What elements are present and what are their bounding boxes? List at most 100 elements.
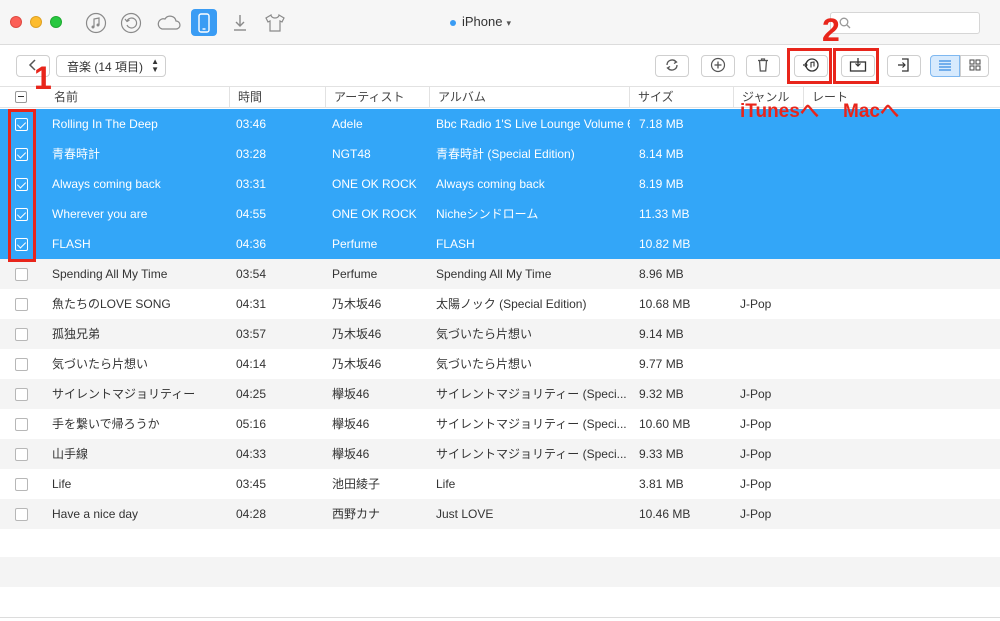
row-checkbox[interactable] (15, 418, 28, 431)
chevron-down-icon: ▾ (506, 18, 512, 28)
device-selector[interactable]: iPhone ▾ (450, 14, 511, 29)
cell-name: Spending All My Time (52, 267, 168, 281)
column-header-name[interactable]: 名前 (46, 87, 229, 107)
cell-genre (740, 169, 802, 199)
minimize-window-button[interactable] (30, 16, 42, 28)
list-view-button[interactable] (930, 55, 960, 77)
column-header-time[interactable]: 時間 (229, 87, 325, 107)
table-row[interactable]: 気づいたら片想い 04:14 乃木坂46 気づいたら片想い 9.77 MB (0, 349, 1000, 379)
row-checkbox[interactable] (15, 448, 28, 461)
table-row[interactable]: 青春時計 03:28 NGT48 青春時計 (Special Edition) 8.14… (0, 139, 1000, 169)
table-row[interactable]: Have a nice day 04:28 西野カナ Just LOVE 10.46 M… (0, 499, 1000, 529)
cell-album: Nicheシンドローム (436, 207, 539, 221)
cell-artist: Perfume (332, 237, 378, 251)
table-row[interactable]: Wherever you are 04:55 ONE OK ROCK Nicheシンド… (0, 199, 1000, 229)
delete-button[interactable] (746, 55, 780, 77)
cell-album: FLASH (436, 237, 475, 251)
cell-genre (740, 199, 802, 229)
cell-time: 04:36 (236, 237, 267, 251)
cell-album: 気づいたら片想い (436, 327, 533, 341)
cell-artist: 欅坂46 (332, 417, 370, 431)
cell-artist: 乃木坂46 (332, 327, 382, 341)
category-label: 音楽 (14 項目) (67, 59, 144, 74)
cell-artist: Adele (332, 117, 363, 131)
song-list: Rolling In The Deep 03:46 Adele Bbc Radio 1… (0, 109, 1000, 529)
cell-size: 11.33 MB (639, 207, 690, 221)
cell-artist: 乃木坂46 (332, 357, 382, 371)
cell-name: Have a nice day (52, 507, 139, 521)
cell-artist: 乃木坂46 (332, 297, 382, 311)
add-button[interactable] (701, 55, 735, 77)
cell-genre: J-Pop (740, 447, 772, 461)
cell-time: 04:55 (236, 207, 267, 221)
row-checkbox[interactable] (15, 328, 28, 341)
annotation-box-itunes (787, 48, 832, 84)
table-row[interactable]: Spending All My Time 03:54 Perfume Spending… (0, 259, 1000, 289)
tshirt-icon[interactable] (262, 10, 288, 36)
cell-size: 9.32 MB (639, 387, 684, 401)
table-row[interactable]: 魚たちのLOVE SONG 04:31 乃木坂46 太陽ノック (Special Ed… (0, 289, 1000, 319)
row-checkbox[interactable] (15, 358, 28, 371)
grid-view-button[interactable] (960, 55, 989, 77)
download-icon[interactable] (227, 10, 253, 36)
cell-name: Life (52, 477, 72, 491)
table-row[interactable]: 手を繋いで帰ろうか 05:16 欅坂46 サイレントマジョリティー (Speci...… (0, 409, 1000, 439)
row-checkbox[interactable] (15, 268, 28, 281)
row-checkbox[interactable] (15, 388, 28, 401)
search-input[interactable] (830, 12, 980, 34)
cell-size: 8.14 MB (639, 147, 684, 161)
table-row[interactable]: Always coming back 03:31 ONE OK ROCK Always… (0, 169, 1000, 199)
column-header-artist[interactable]: アーティスト (325, 87, 429, 107)
column-header-size[interactable]: サイズ (629, 87, 733, 107)
cell-size: 8.19 MB (639, 177, 684, 191)
cell-artist: 池田綾子 (332, 477, 381, 491)
cell-artist: 欅坂46 (332, 447, 370, 461)
zoom-window-button[interactable] (50, 16, 62, 28)
cell-album: Spending All My Time (436, 267, 552, 281)
empty-row (0, 587, 1000, 617)
music-icon[interactable] (83, 10, 109, 36)
cell-size: 9.14 MB (639, 327, 684, 341)
cell-size: 10.46 MB (639, 507, 691, 521)
column-header-rating[interactable]: レート (803, 87, 1000, 107)
column-header-album[interactable]: アルバム (429, 87, 629, 107)
send-to-device-button[interactable] (887, 55, 921, 77)
updown-arrows-icon: ▲ ▼ (151, 57, 159, 74)
row-checkbox[interactable] (15, 298, 28, 311)
cell-time: 04:31 (236, 297, 267, 311)
list-view-icon (938, 59, 952, 74)
refresh-button[interactable] (655, 55, 689, 77)
add-icon (710, 57, 726, 76)
cell-genre: J-Pop (740, 507, 772, 521)
cell-time: 04:28 (236, 507, 267, 521)
cell-time: 04:25 (236, 387, 267, 401)
phone-icon[interactable] (191, 9, 217, 36)
annotation-box-checkboxes (8, 109, 36, 262)
cell-artist: 欅坂46 (332, 387, 370, 401)
cell-size: 8.96 MB (639, 267, 684, 281)
cell-genre (740, 319, 802, 349)
device-name: iPhone (462, 14, 503, 29)
row-checkbox[interactable] (15, 478, 28, 491)
cloud-icon[interactable] (154, 10, 184, 36)
history-icon[interactable] (118, 10, 144, 36)
select-all-checkbox[interactable] (15, 91, 27, 103)
cell-artist: ONE OK ROCK (332, 207, 417, 221)
row-checkbox[interactable] (15, 508, 28, 521)
cell-size: 9.77 MB (639, 357, 684, 371)
table-row[interactable]: FLASH 04:36 Perfume FLASH 10.82 MB (0, 229, 1000, 259)
table-row[interactable]: 山手線 04:33 欅坂46 サイレントマジョリティー (Speci... 9.33 M… (0, 439, 1000, 469)
category-select[interactable]: 音楽 (14 項目) ▲ ▼ (56, 55, 166, 77)
cell-size: 3.81 MB (639, 477, 684, 491)
cell-name: 魚たちのLOVE SONG (52, 297, 171, 311)
table-row[interactable]: 孤独兄弟 03:57 乃木坂46 気づいたら片想い 9.14 MB (0, 319, 1000, 349)
table-row[interactable]: Life 03:45 池田綾子 Life 3.81 MB J-Pop (0, 469, 1000, 499)
cell-genre (740, 229, 802, 259)
annotation-mac-label: Macへ (843, 101, 899, 122)
cell-album: サイレントマジョリティー (Speci... (436, 387, 627, 401)
cell-name: 孤独兄弟 (52, 327, 101, 341)
search-icon (839, 17, 851, 32)
close-window-button[interactable] (10, 16, 22, 28)
table-row[interactable]: サイレントマジョリティー 04:25 欅坂46 サイレントマジョリティー (Speci… (0, 379, 1000, 409)
annotation-step-2: 2 (822, 12, 840, 48)
